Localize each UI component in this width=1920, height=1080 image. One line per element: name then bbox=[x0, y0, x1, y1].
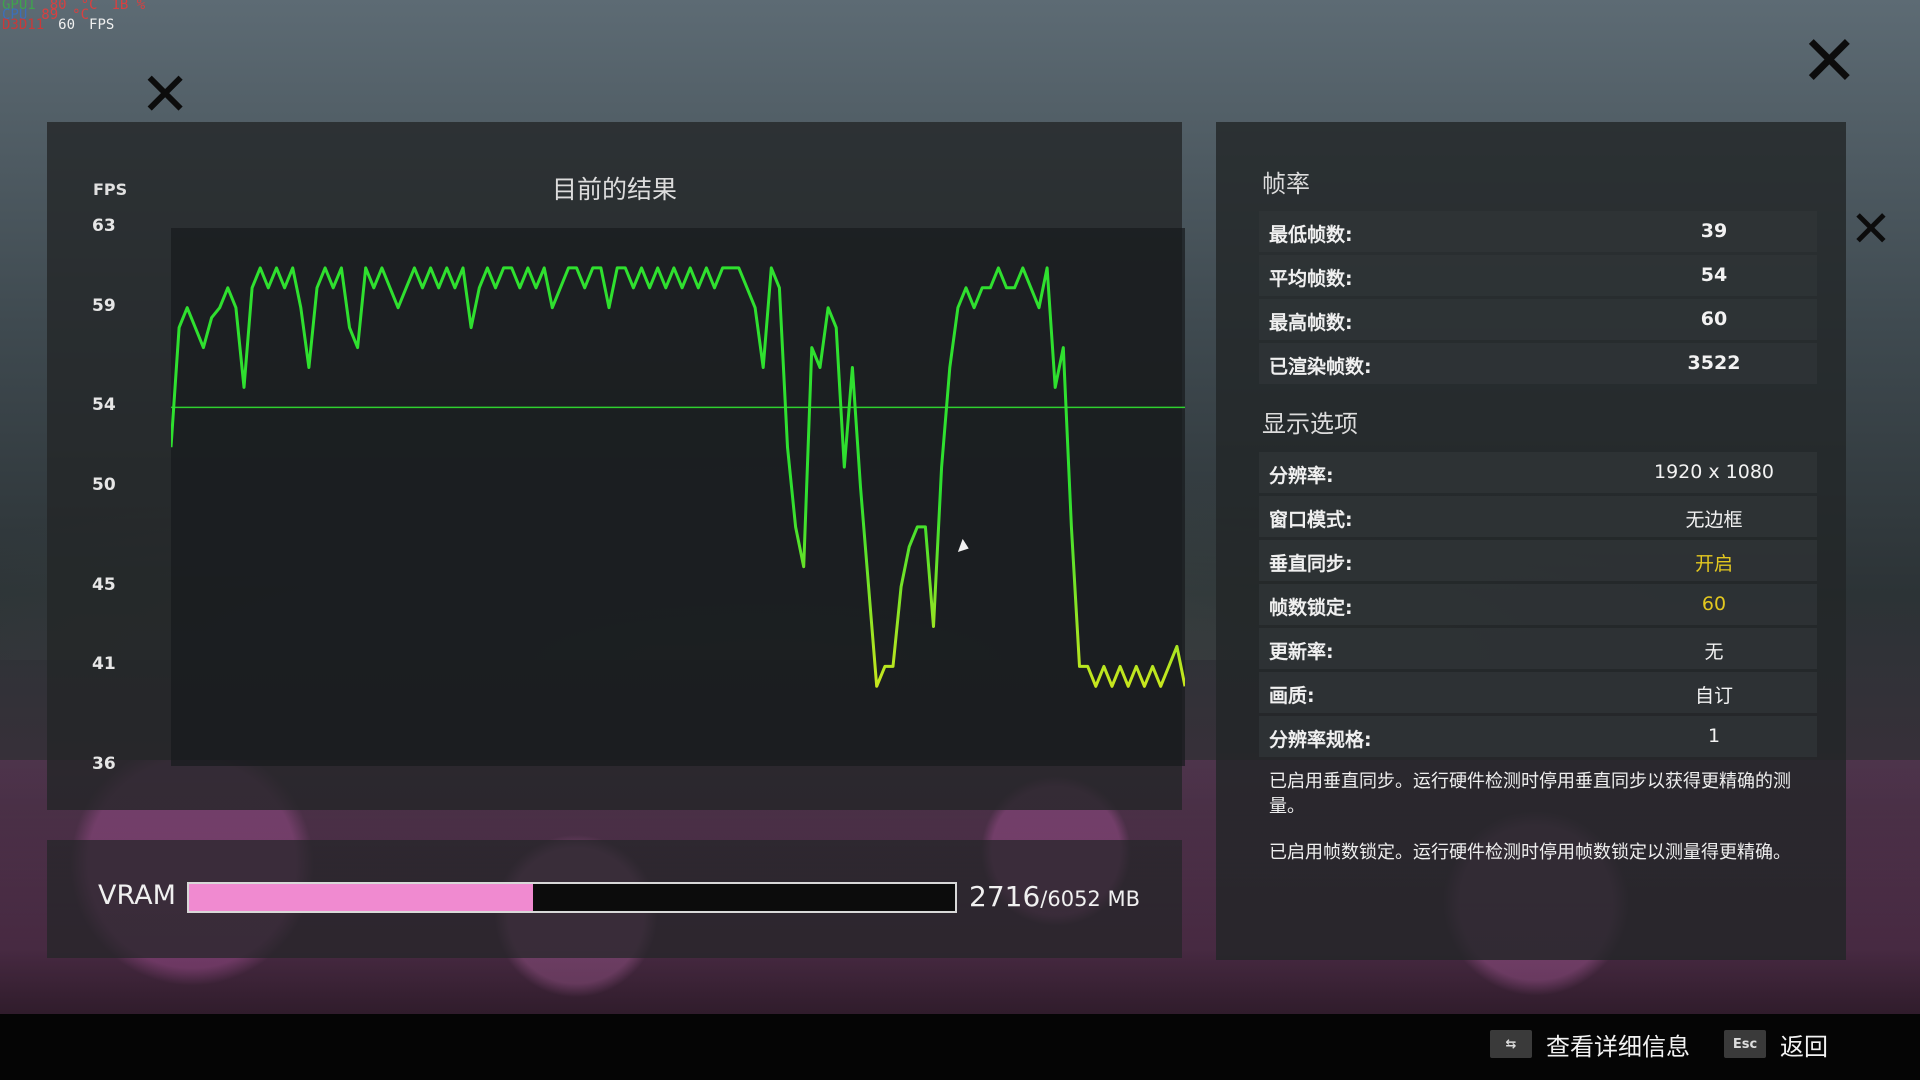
plot-area bbox=[171, 228, 1185, 766]
vram-usage-fill bbox=[189, 884, 533, 911]
option-value: 60 bbox=[1701, 593, 1727, 615]
option-value: 1920 x 1080 bbox=[1653, 461, 1775, 483]
vram-used: 2716 bbox=[969, 880, 1041, 913]
vram-usage-bar bbox=[187, 882, 957, 913]
decorative-scribble: ✕ bbox=[1850, 200, 1892, 258]
decorative-scribble: ✕ bbox=[1800, 20, 1859, 102]
y-axis-unit-label: FPS bbox=[93, 180, 128, 199]
display-option-row: 分辨率: 1920 x 1080 bbox=[1259, 452, 1817, 493]
framerate-row: 最低帧数: 39 bbox=[1259, 211, 1817, 252]
y-tick-label: 59 bbox=[92, 295, 116, 316]
vram-label: VRAM bbox=[98, 880, 176, 911]
option-label: 分辨率规格: bbox=[1269, 729, 1372, 751]
decorative-scribble: ✕ bbox=[140, 60, 191, 130]
option-label: 垂直同步: bbox=[1269, 553, 1353, 575]
display-options-section-title: 显示选项 bbox=[1262, 410, 1358, 438]
display-option-row: 画质: 自订 bbox=[1259, 672, 1817, 713]
swap-key-icon: ⇆ bbox=[1490, 1030, 1532, 1058]
stats-panel: 帧率 最低帧数: 39 平均帧数: 54 最高帧数: 60 已渲染帧数: 3522 显示选项 … bbox=[1216, 122, 1846, 960]
display-option-row: 分辨率规格: 1 bbox=[1259, 716, 1817, 757]
esc-key-icon: Esc bbox=[1724, 1030, 1766, 1058]
stat-value: 54 bbox=[1700, 264, 1728, 286]
hud-value: 60 bbox=[58, 17, 76, 33]
hud-key: D3D11 bbox=[2, 17, 45, 33]
stat-label: 已渲染帧数: bbox=[1269, 356, 1372, 378]
option-label: 帧数锁定: bbox=[1269, 597, 1353, 619]
option-label: 分辨率: bbox=[1269, 465, 1334, 487]
view-details-button[interactable]: ⇆ 查看详细信息 bbox=[1490, 1024, 1690, 1064]
fps-line-chart bbox=[171, 266, 1185, 688]
chart-title: 目前的结果 bbox=[551, 175, 677, 204]
vram-panel: VRAM 2716/6052 MB bbox=[47, 840, 1182, 958]
option-label: 画质: bbox=[1269, 685, 1315, 707]
y-tick-label: 54 bbox=[92, 395, 116, 416]
stat-value: 39 bbox=[1700, 220, 1728, 242]
view-details-label: 查看详细信息 bbox=[1546, 1032, 1690, 1061]
option-value: 1 bbox=[1707, 725, 1721, 747]
hud-unit: FPS bbox=[89, 17, 115, 33]
stat-label: 最低帧数: bbox=[1269, 224, 1353, 246]
back-button[interactable]: Esc 返回 bbox=[1724, 1024, 1828, 1064]
option-label: 窗口模式: bbox=[1269, 509, 1353, 531]
y-tick-label: 41 bbox=[92, 654, 116, 675]
framerate-row: 最高帧数: 60 bbox=[1259, 299, 1817, 340]
framerate-section-title: 帧率 bbox=[1262, 170, 1310, 198]
display-option-row: 更新率: 无 bbox=[1259, 628, 1817, 669]
fps-series-line bbox=[171, 266, 1185, 688]
results-chart-panel: 目前的结果 FPS 63 59 54 50 45 41 36 bbox=[47, 122, 1185, 810]
framerate-row: 已渲染帧数: 3522 bbox=[1259, 343, 1817, 384]
y-tick-label: 50 bbox=[92, 475, 116, 496]
display-option-row: 窗口模式: 无边框 bbox=[1259, 496, 1817, 537]
y-tick-label: 63 bbox=[92, 216, 116, 236]
vram-total: /6052 MB bbox=[1040, 887, 1140, 911]
performance-overlay: GPU1 80 °C 1B % CPU 89 °C D3D11 60 FPS bbox=[2, 0, 146, 33]
hud-extra: 1B % bbox=[111, 0, 146, 13]
option-value: 开启 bbox=[1694, 553, 1733, 575]
stat-label: 平均帧数: bbox=[1269, 268, 1353, 290]
option-value: 自订 bbox=[1694, 685, 1733, 707]
option-label: 更新率: bbox=[1269, 641, 1334, 663]
option-value: 无边框 bbox=[1685, 509, 1743, 531]
option-value: 无 bbox=[1704, 641, 1724, 663]
stat-value: 3522 bbox=[1687, 352, 1741, 374]
stat-label: 最高帧数: bbox=[1269, 312, 1353, 334]
display-option-row: 帧数锁定: 60 bbox=[1259, 584, 1817, 625]
stat-value: 60 bbox=[1700, 308, 1728, 330]
vsync-note: 已启用垂直同步。运行硬件检测时停用垂直同步以获得更精确的测量。 bbox=[1269, 771, 1791, 817]
framerate-row: 平均帧数: 54 bbox=[1259, 255, 1817, 296]
y-tick-label: 45 bbox=[92, 574, 116, 595]
y-tick-label: 36 bbox=[92, 754, 116, 774]
back-label: 返回 bbox=[1780, 1032, 1828, 1061]
frame-lock-note: 已启用帧数锁定。运行硬件检测时停用帧数锁定以测量得更精确。 bbox=[1269, 842, 1791, 863]
vram-usage-text: 2716/6052 MB bbox=[969, 880, 1140, 913]
display-option-row: 垂直同步: 开启 bbox=[1259, 540, 1817, 581]
